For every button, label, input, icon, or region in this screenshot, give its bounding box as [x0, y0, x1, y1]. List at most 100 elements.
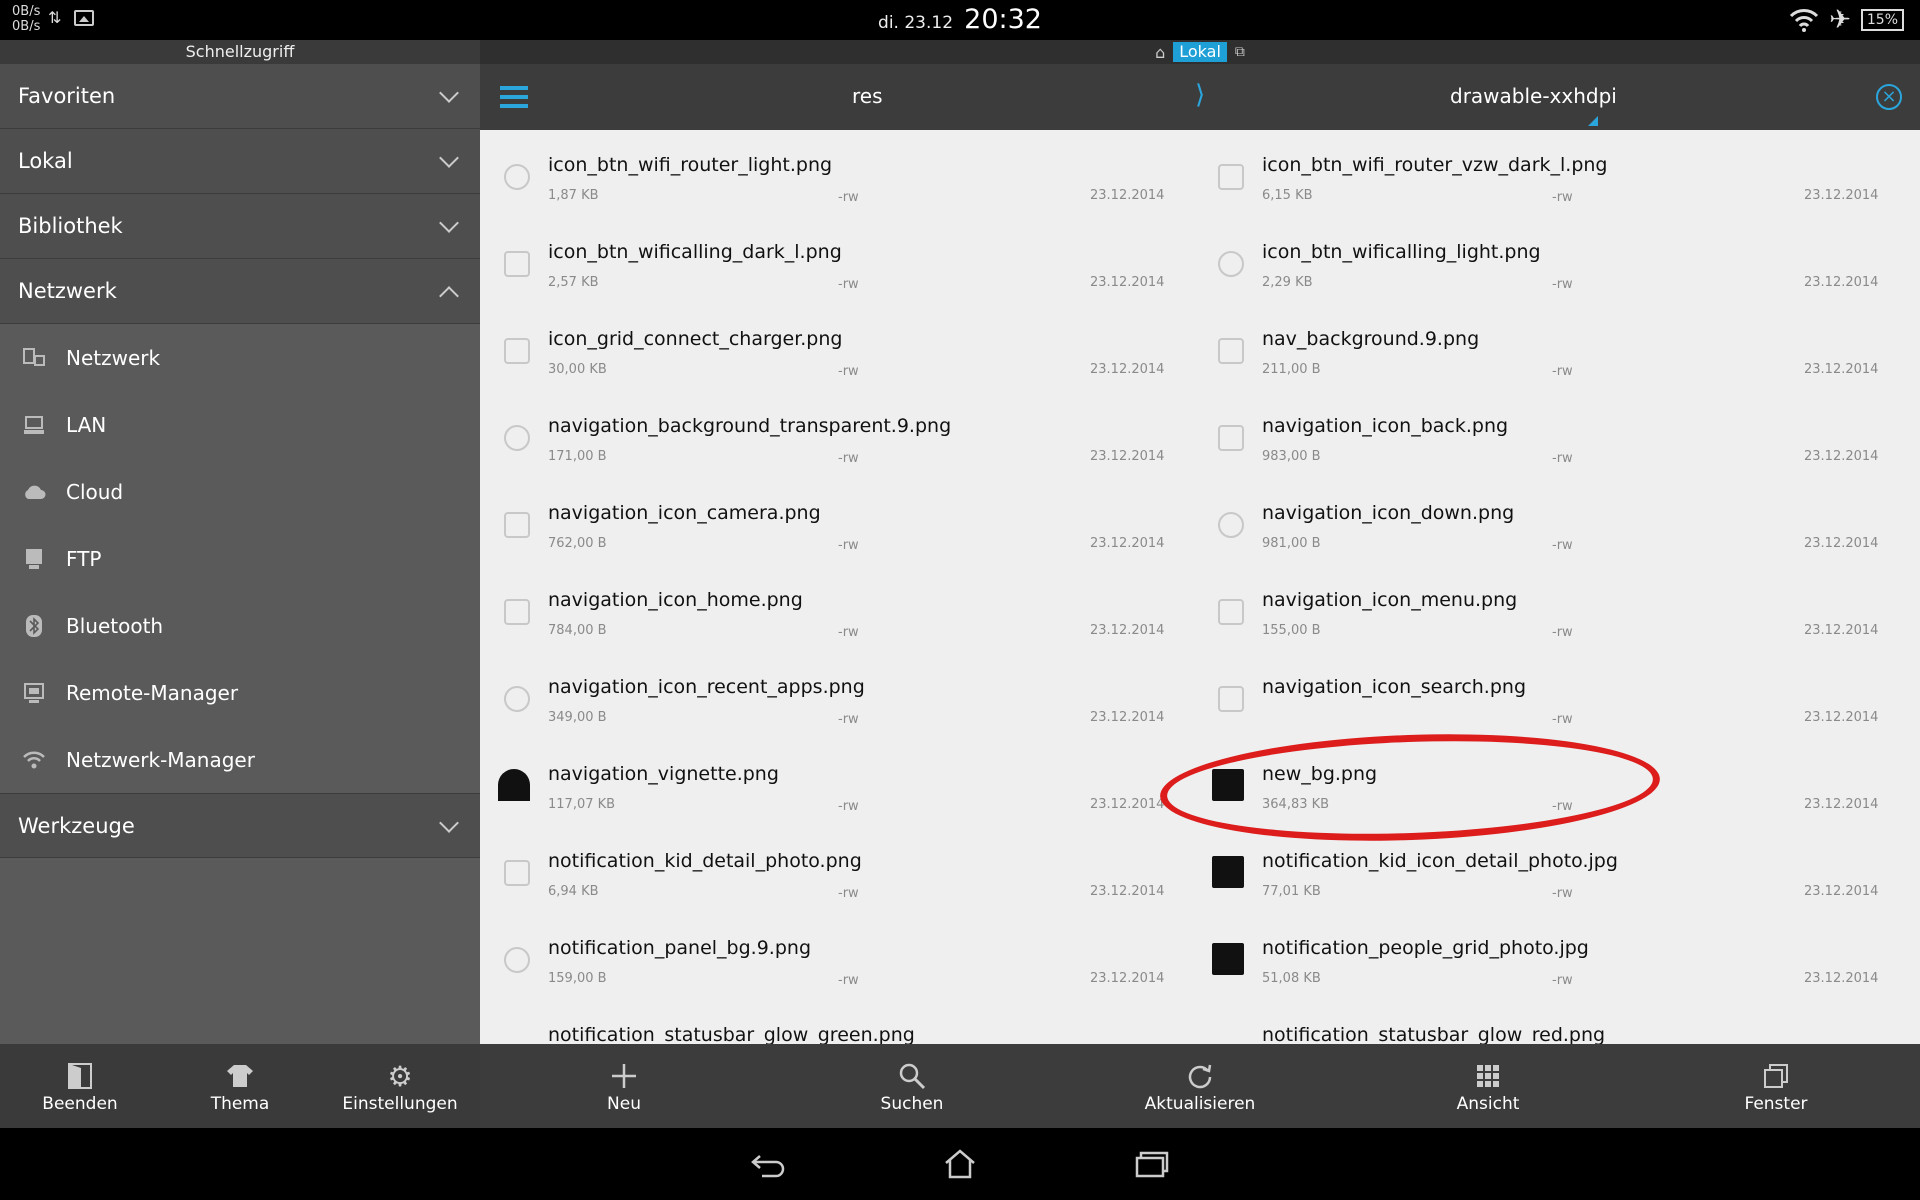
file-thumbnail-icon [1218, 686, 1244, 712]
file-permissions: -rw [1552, 712, 1573, 727]
file-date: 23.12.2014 [1090, 797, 1165, 812]
file-date: 23.12.2014 [1804, 710, 1879, 725]
file-thumbnail-icon [504, 686, 530, 712]
breadcrumb-parent[interactable]: res [852, 84, 883, 108]
back-icon[interactable] [738, 1140, 798, 1188]
file-permissions: -rw [1552, 190, 1573, 205]
file-item[interactable]: icon_btn_wificalling_dark_l.png 2,57 KB -r… [480, 217, 1194, 304]
plus-icon [610, 1058, 638, 1094]
section-label: Lokal [18, 149, 73, 173]
airplane-mode-icon: ✈ [1829, 5, 1851, 35]
sidebar-section-bibliothek[interactable]: Bibliothek [0, 194, 480, 259]
file-thumbnail-icon [504, 164, 530, 190]
sidebar-item-netzwerk-manager[interactable]: Netzwerk-Manager [0, 726, 480, 793]
sidebar-item-cloud[interactable]: Cloud [0, 458, 480, 525]
file-item[interactable]: navigation_icon_recent_apps.png 349,00 B -… [480, 652, 1194, 739]
sidebar-section-lokal[interactable]: Lokal [0, 129, 480, 194]
file-item[interactable]: icon_btn_wifi_router_vzw_dark_l.png 6,15 … [1194, 130, 1908, 217]
window-button[interactable]: Fenster [1632, 1044, 1920, 1128]
sidebar-section-favoriten[interactable]: Favoriten [0, 64, 480, 129]
exit-icon [67, 1058, 93, 1094]
file-item[interactable]: navigation_icon_home.png 784,00 B -rw 23.12… [480, 565, 1194, 652]
toolbar-label: Fenster [1744, 1094, 1808, 1114]
refresh-button[interactable]: Aktualisieren [1056, 1044, 1344, 1128]
tab-lokal[interactable]: Lokal [1173, 42, 1227, 62]
sidebar-item-ftp[interactable]: FTP [0, 525, 480, 592]
home-nav-icon[interactable] [930, 1140, 990, 1188]
grid-icon [1476, 1058, 1500, 1094]
toolbar-label: Einstellungen [342, 1094, 458, 1114]
system-icons: ✈ 15% [1789, 4, 1904, 36]
file-date: 23.12.2014 [1804, 449, 1879, 464]
sidebar-item-netzwerk[interactable]: Netzwerk [0, 324, 480, 391]
close-icon[interactable]: × [1876, 84, 1902, 110]
file-item[interactable]: icon_grid_connect_charger.png 30,00 KB -rw… [480, 304, 1194, 391]
file-size: 762,00 B [548, 536, 607, 551]
file-name: navigation_icon_recent_apps.png [548, 676, 865, 698]
file-item[interactable]: navigation_icon_back.png 983,00 B -rw 23.12… [1194, 391, 1908, 478]
sidebar-section-werkzeuge[interactable]: Werkzeuge [0, 793, 480, 858]
file-thumbnail-icon [504, 860, 530, 886]
recent-apps-icon[interactable] [1122, 1140, 1182, 1188]
exit-button[interactable]: Beenden [0, 1044, 160, 1128]
main-toolbar: Neu Suchen Aktualisieren Ansicht Fenster [480, 1044, 1920, 1128]
theme-button[interactable]: Thema [160, 1044, 320, 1128]
breadcrumb-current[interactable]: drawable-xxhdpi [1450, 84, 1617, 108]
file-size: 784,00 B [548, 623, 607, 638]
file-thumbnail-icon [504, 512, 530, 538]
file-item[interactable]: icon_btn_wificalling_light.png 2,29 KB -rw… [1194, 217, 1908, 304]
file-item[interactable]: notification_panel_bg.9.png 159,00 B -rw 23… [480, 913, 1194, 1000]
file-item[interactable]: navigation_vignette.png 117,07 KB -rw 23.12… [480, 739, 1194, 826]
file-item[interactable]: notification_kid_detail_photo.png 6,94 KB… [480, 826, 1194, 913]
toolbar-label: Suchen [880, 1094, 944, 1114]
menu-icon[interactable] [500, 86, 528, 108]
view-button[interactable]: Ansicht [1344, 1044, 1632, 1128]
status-time: 20:32 [964, 4, 1042, 35]
file-thumbnail-icon [504, 425, 530, 451]
sidebar-item-lan[interactable]: LAN [0, 391, 480, 458]
file-permissions: -rw [1552, 277, 1573, 292]
file-list: icon_btn_wifi_router_light.png 1,87 KB -rw… [480, 130, 1920, 1044]
file-item[interactable]: notification_kid_icon_detail_photo.jpg 77… [1194, 826, 1908, 913]
home-icon[interactable]: ⌂ [1155, 43, 1165, 62]
file-item[interactable]: navigation_icon_search.png -rw 23.12.2014 [1194, 652, 1908, 739]
file-size: 159,00 B [548, 971, 607, 986]
path-header: res ⟩ drawable-xxhdpi × [480, 64, 1920, 130]
sidebar-item-label: Netzwerk-Manager [66, 747, 255, 772]
settings-button[interactable]: ⚙ Einstellungen [320, 1044, 480, 1128]
file-item[interactable]: notification_statusbar_glow_green.png [480, 1000, 1194, 1044]
file-item[interactable]: navigation_background_transparent.9.png 1… [480, 391, 1194, 478]
sidebar-section-netzwerk[interactable]: Netzwerk [0, 259, 480, 324]
file-thumbnail-icon [504, 251, 530, 277]
file-item[interactable]: navigation_icon_menu.png 155,00 B -rw 23.12… [1194, 565, 1908, 652]
windows-icon [1763, 1058, 1789, 1094]
sidebar-item-remote-manager[interactable]: Remote-Manager [0, 659, 480, 726]
file-item[interactable]: notification_statusbar_glow_red.png [1194, 1000, 1908, 1044]
file-item[interactable]: nav_background.9.png 211,00 B -rw 23.12.201… [1194, 304, 1908, 391]
sidebar-item-bluetooth[interactable]: Bluetooth [0, 592, 480, 659]
chevron-down-icon [439, 83, 459, 103]
file-size: 155,00 B [1262, 623, 1321, 638]
file-permissions: -rw [838, 799, 859, 814]
file-name: icon_btn_wifi_router_light.png [548, 154, 833, 176]
file-name: notification_people_grid_photo.jpg [1262, 937, 1589, 959]
file-date: 23.12.2014 [1804, 275, 1879, 290]
new-button[interactable]: Neu [480, 1044, 768, 1128]
file-item[interactable]: notification_people_grid_photo.jpg 51,08 … [1194, 913, 1908, 1000]
file-thumbnail-icon [1212, 856, 1244, 888]
file-name: nav_background.9.png [1262, 328, 1480, 350]
file-thumbnail-icon [1218, 512, 1244, 538]
sidebar-title: Schnellzugriff [0, 40, 480, 64]
file-name: notification_statusbar_glow_green.png [548, 1024, 915, 1044]
dropdown-corner-icon[interactable] [1588, 116, 1598, 126]
file-item[interactable]: navigation_icon_camera.png 762,00 B -rw 23.… [480, 478, 1194, 565]
search-button[interactable]: Suchen [768, 1044, 1056, 1128]
file-item[interactable]: navigation_icon_down.png 981,00 B -rw 23.12… [1194, 478, 1908, 565]
file-permissions: -rw [838, 973, 859, 988]
section-label: Bibliothek [18, 214, 123, 238]
file-permissions: -rw [1552, 538, 1573, 553]
toolbar-label: Neu [607, 1094, 641, 1114]
window-switch-icon[interactable]: ⧉ [1235, 44, 1245, 60]
toolbar-label: Aktualisieren [1144, 1094, 1256, 1114]
file-item[interactable]: icon_btn_wifi_router_light.png 1,87 KB -rw… [480, 130, 1194, 217]
